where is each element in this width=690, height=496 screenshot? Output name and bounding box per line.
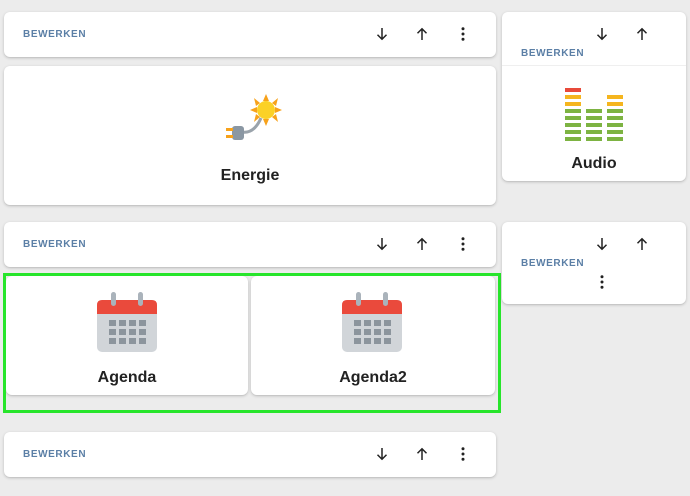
more-options-button[interactable]	[451, 22, 475, 46]
move-up-button[interactable]	[410, 232, 434, 256]
more-vertical-icon	[461, 447, 465, 461]
move-down-button[interactable]	[590, 232, 614, 256]
move-down-button[interactable]	[370, 232, 394, 256]
move-up-button[interactable]	[630, 232, 654, 256]
edit-bar-energie: BEWERKEN	[4, 12, 496, 57]
edit-label[interactable]: BEWERKEN	[23, 449, 86, 460]
arrow-down-icon	[376, 28, 388, 41]
move-down-button[interactable]	[370, 442, 394, 466]
arrow-up-icon	[636, 27, 648, 40]
move-down-button[interactable]	[370, 22, 394, 46]
more-vertical-icon	[461, 237, 465, 251]
divider	[502, 65, 686, 66]
edit-label[interactable]: BEWERKEN	[23, 29, 86, 40]
arrow-up-icon	[416, 447, 428, 460]
move-up-button[interactable]	[410, 22, 434, 46]
arrow-down-icon	[596, 28, 608, 41]
sun-plug-icon	[226, 94, 282, 140]
move-up-button[interactable]	[410, 442, 434, 466]
edit-label[interactable]: BEWERKEN	[23, 239, 86, 250]
arrow-up-icon	[416, 237, 428, 250]
edit-label[interactable]: BEWERKEN	[521, 258, 584, 269]
move-up-button[interactable]	[630, 22, 654, 46]
edit-bar-bottom: BEWERKEN	[4, 432, 496, 477]
arrow-up-icon	[636, 237, 648, 250]
tile-audio[interactable]: BEWERKEN Audio	[502, 12, 686, 181]
more-vertical-icon	[600, 275, 604, 289]
edit-bar-agenda: BEWERKEN	[4, 222, 496, 267]
edit-label[interactable]: BEWERKEN	[521, 48, 584, 59]
equalizer-icon	[565, 88, 623, 141]
arrow-down-icon	[376, 448, 388, 461]
arrow-down-icon	[596, 238, 608, 251]
tile-energie[interactable]: Energie	[4, 66, 496, 205]
selection-highlight	[3, 273, 501, 413]
more-vertical-icon	[461, 27, 465, 41]
move-down-button[interactable]	[590, 22, 614, 46]
tile-label-energie: Energie	[220, 167, 280, 184]
tile-label-audio: Audio	[571, 155, 617, 172]
arrow-up-icon	[416, 27, 428, 40]
more-options-button[interactable]	[451, 232, 475, 256]
more-options-button[interactable]	[451, 442, 475, 466]
arrow-down-icon	[376, 238, 388, 251]
edit-card-right: BEWERKEN	[502, 222, 686, 304]
more-options-button[interactable]	[590, 270, 614, 294]
